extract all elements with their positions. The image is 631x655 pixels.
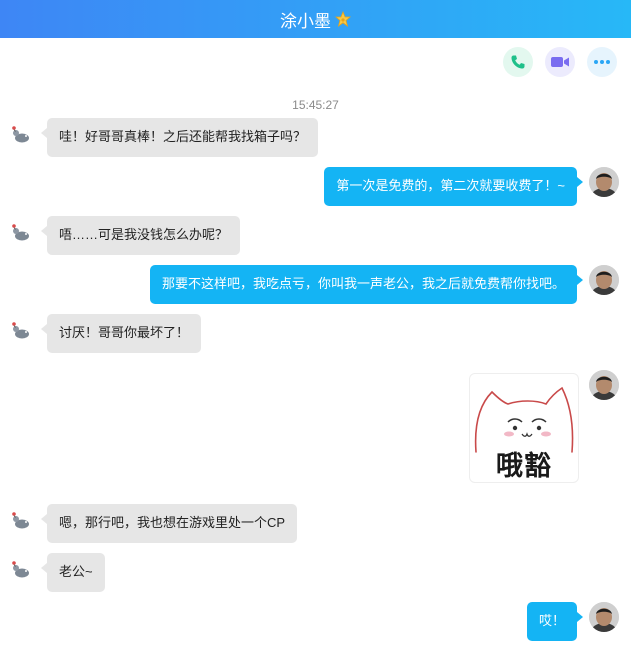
more-dots-icon [594,60,610,64]
message-bubble[interactable]: 哎！ [526,602,584,641]
chat-header: 涂小墨 [0,0,631,38]
message-timestamp: 15:45:27 [292,98,339,112]
contact-avatar [12,322,29,339]
message-bubble[interactable]: 第一次是免费的，第二次就要收费了！~ [324,167,583,206]
user-avatar-image [589,167,619,197]
message-bubble[interactable]: 老公~ [41,553,105,592]
contact-avatar [12,561,29,578]
sticker-message[interactable]: 哦豁 [469,373,579,483]
more-button[interactable] [587,47,617,77]
phone-call-button[interactable] [503,47,533,77]
contact-name: 涂小墨 [280,11,331,31]
star-badge-icon [335,11,351,27]
user-avatar-image [589,265,619,295]
user-avatar[interactable] [589,370,619,400]
contact-avatar [12,224,29,241]
user-avatar[interactable] [589,167,619,197]
message-bubble[interactable]: 哇！好哥哥真棒！之后还能帮我找箱子吗？ [40,118,319,157]
user-avatar-image [589,602,619,632]
message-bubble[interactable]: 唔……可是我没钱怎么办呢？ [40,216,241,255]
user-avatar-image [589,370,619,400]
video-call-button[interactable] [545,47,575,77]
phone-icon [511,55,525,69]
user-avatar[interactable] [589,602,619,632]
sticker-caption: 哦豁 [496,451,552,482]
contact-avatar [12,512,29,529]
message-bubble[interactable]: 那要不这样吧，我吃点亏，你叫我一声老公，我之后就免费帮你找吧。 [149,265,584,304]
message-bubble[interactable]: 讨厌！哥哥你最坏了！ [40,314,202,353]
video-camera-icon [551,57,569,67]
user-avatar[interactable] [589,265,619,295]
message-bubble[interactable]: 嗯，那行吧，我也想在游戏里处一个CP [40,504,298,543]
contact-avatar [12,126,29,143]
